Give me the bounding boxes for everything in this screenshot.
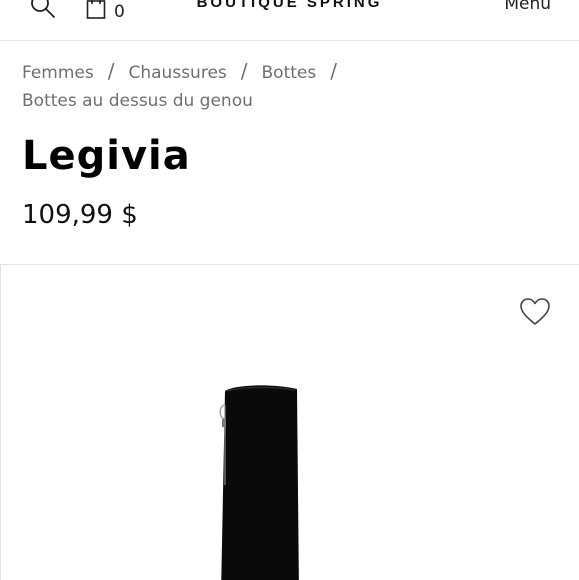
breadcrumb-item-bottes-au-dessus-du-genou[interactable]: Bottes au dessus du genou (22, 91, 253, 111)
site-header: 0 BOUTIQUE SPRING Menu (0, 0, 579, 41)
heart-icon (520, 298, 550, 325)
product-title: Legivia (22, 133, 191, 179)
product-price: 109,99 $ (22, 200, 138, 230)
add-to-wishlist-button[interactable] (519, 297, 551, 327)
breadcrumb-item-femmes[interactable]: Femmes (22, 63, 94, 83)
breadcrumb-separator: / (240, 59, 248, 83)
product-image-card (0, 264, 579, 580)
product-page: 0 BOUTIQUE SPRING Menu Femmes / Chaussures… (0, 0, 579, 580)
breadcrumb: Femmes / Chaussures / Bottes / Bottes au dess… (22, 57, 562, 115)
breadcrumb-item-chaussures[interactable]: Chaussures (129, 63, 227, 83)
brand-logo[interactable]: BOUTIQUE SPRING (0, 0, 579, 12)
breadcrumb-separator: / (330, 59, 337, 83)
menu-button[interactable]: Menu (504, 0, 551, 14)
breadcrumb-separator: / (107, 59, 115, 83)
breadcrumb-row-1: Femmes / Chaussures / Bottes / (22, 57, 562, 87)
breadcrumb-row-2: Bottes au dessus du genou (22, 87, 562, 115)
breadcrumb-item-bottes[interactable]: Bottes (262, 63, 317, 83)
product-image-boot (219, 385, 299, 580)
